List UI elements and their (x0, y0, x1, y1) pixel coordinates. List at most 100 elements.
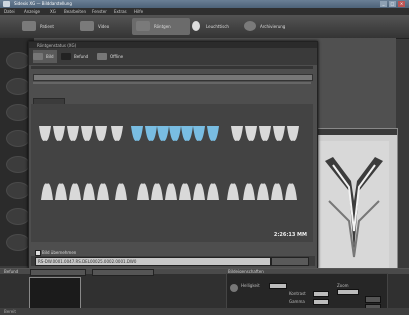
image-stamp: 2:26:13 MM (273, 232, 307, 238)
xray-icon (136, 21, 150, 31)
tooth-film-8[interactable] (157, 126, 169, 141)
apply-button[interactable] (365, 296, 381, 303)
tab-divider (31, 66, 313, 69)
video-icon (80, 21, 94, 31)
panoramic-preview-image[interactable] (319, 141, 389, 269)
tooth-film-34[interactable] (285, 183, 297, 200)
tool-button-3[interactable] (6, 104, 30, 121)
tooth-film-19[interactable] (55, 183, 67, 200)
preview-panel (314, 128, 398, 274)
file-path-field[interactable]: RS-DW.0001.0047.RS.DEL00025.0002.0001.DW… (35, 257, 271, 266)
tab-finding[interactable]: Befund (61, 50, 95, 63)
prop-label: Helligkeit (241, 283, 260, 288)
maximize-button[interactable]: □ (389, 1, 396, 7)
tooth-film-6[interactable] (131, 126, 143, 141)
lightbulb-icon (192, 21, 200, 31)
tab-offline[interactable]: Offline (97, 50, 131, 63)
prop-label: Kontrast (289, 291, 306, 296)
tooth-film-14[interactable] (245, 126, 257, 141)
title-bar: Sidexis XG — Bilddarstellung _ □ × (0, 0, 409, 8)
tooth-film-17[interactable] (287, 126, 299, 141)
prop-label: Gamma (289, 299, 305, 304)
zoom-field[interactable] (337, 289, 359, 295)
menu-xg[interactable]: XG (50, 9, 56, 14)
offline-icon (97, 53, 107, 60)
tooth-film-29[interactable] (207, 183, 219, 200)
tooth-film-21[interactable] (83, 183, 95, 200)
tooth-film-32[interactable] (257, 183, 269, 200)
bottom-panel: Befund Bildeigenschaften Helligkeit Kont… (0, 268, 409, 315)
tooth-film-12[interactable] (207, 126, 219, 141)
tooth-film-25[interactable] (151, 183, 163, 200)
tooth-film-23[interactable] (115, 183, 127, 200)
main-toolbar: Patient Video Röntgen Leuchttisch Archiv… (0, 15, 409, 39)
archive-icon (244, 21, 256, 31)
tooth-film-5[interactable] (111, 126, 123, 141)
tooth-film-0[interactable] (39, 126, 51, 141)
tooth-film-28[interactable] (193, 183, 205, 200)
patient-icon (22, 21, 36, 31)
tooth-film-18[interactable] (41, 183, 53, 200)
tool-button-4[interactable] (6, 130, 30, 147)
contrast-field[interactable] (313, 291, 329, 297)
menu-window[interactable]: Fenster (92, 9, 107, 14)
tool-button-2[interactable] (6, 78, 30, 95)
tooth-film-4[interactable] (95, 126, 107, 141)
tooth-film-22[interactable] (97, 183, 109, 200)
prop-label: Zoom (337, 283, 349, 288)
toolbar-label: Video (98, 24, 110, 29)
minimize-button[interactable]: _ (380, 1, 387, 7)
toolbar-video-button[interactable]: Video (80, 18, 130, 35)
toolbar-label: Patient (40, 24, 54, 29)
browse-button[interactable] (271, 257, 309, 266)
tool-button-7[interactable] (6, 208, 30, 225)
divider-strip (33, 82, 311, 84)
tooth-film-33[interactable] (271, 183, 283, 200)
tooth-film-20[interactable] (69, 183, 81, 200)
menu-extras[interactable]: Extras (114, 9, 127, 14)
xray-status-dialog: Röntgenstatus (XG) Bild Befund Offline 2… (28, 41, 318, 278)
tab-image[interactable]: Bild (33, 50, 57, 63)
menu-help[interactable]: Hilfe (134, 9, 143, 14)
tooth-film-24[interactable] (137, 183, 149, 200)
toolbar-patient-button[interactable]: Patient (22, 18, 82, 35)
menu-view[interactable]: Anzeige (24, 9, 40, 14)
tooth-film-26[interactable] (165, 183, 177, 200)
toolbar-label: Archivierung (260, 24, 286, 29)
tab-label: Befund (74, 54, 89, 59)
toolbar-lighttable-button[interactable]: Leuchttisch (192, 18, 246, 35)
gamma-field[interactable] (313, 299, 329, 305)
tooth-film-30[interactable] (227, 183, 239, 200)
tooth-film-9[interactable] (169, 126, 181, 141)
tooth-film-11[interactable] (193, 126, 205, 141)
app-icon (3, 1, 10, 7)
toolbar-xray-button[interactable]: Röntgen (132, 18, 190, 35)
toolbar-archive-button[interactable]: Archivierung (244, 18, 306, 35)
tool-button-6[interactable] (6, 182, 30, 199)
tooth-film-15[interactable] (259, 126, 271, 141)
tooth-film-16[interactable] (273, 126, 285, 141)
tool-button-8[interactable] (6, 234, 30, 251)
close-button[interactable]: × (398, 1, 405, 7)
scroll-strip[interactable] (33, 74, 313, 81)
tool-button-5[interactable] (6, 156, 30, 173)
window-title: Sidexis XG — Bilddarstellung (14, 1, 72, 6)
tooth-film-2[interactable] (67, 126, 79, 141)
brightness-field[interactable] (269, 283, 287, 289)
tooth-film-31[interactable] (243, 183, 255, 200)
tooth-icon (61, 53, 71, 60)
tooth-film-13[interactable] (231, 126, 243, 141)
tooth-film-7[interactable] (145, 126, 157, 141)
tooth-film-27[interactable] (179, 183, 191, 200)
thumbnail-preview[interactable] (29, 277, 81, 311)
adjust-icon (230, 284, 238, 292)
tooth-film-1[interactable] (53, 126, 65, 141)
menu-file[interactable]: Datei (4, 9, 15, 14)
full-mouth-xray-viewer[interactable]: 2:26:13 MM (31, 104, 313, 242)
menu-bar: Datei Anzeige XG Bearbeiten Fenster Extr… (0, 8, 409, 15)
tool-button-1[interactable] (6, 52, 30, 69)
menu-edit[interactable]: Bearbeiten (64, 9, 86, 14)
tooth-film-3[interactable] (81, 126, 93, 141)
tooth-film-10[interactable] (181, 126, 193, 141)
preview-panel-header (315, 129, 397, 135)
